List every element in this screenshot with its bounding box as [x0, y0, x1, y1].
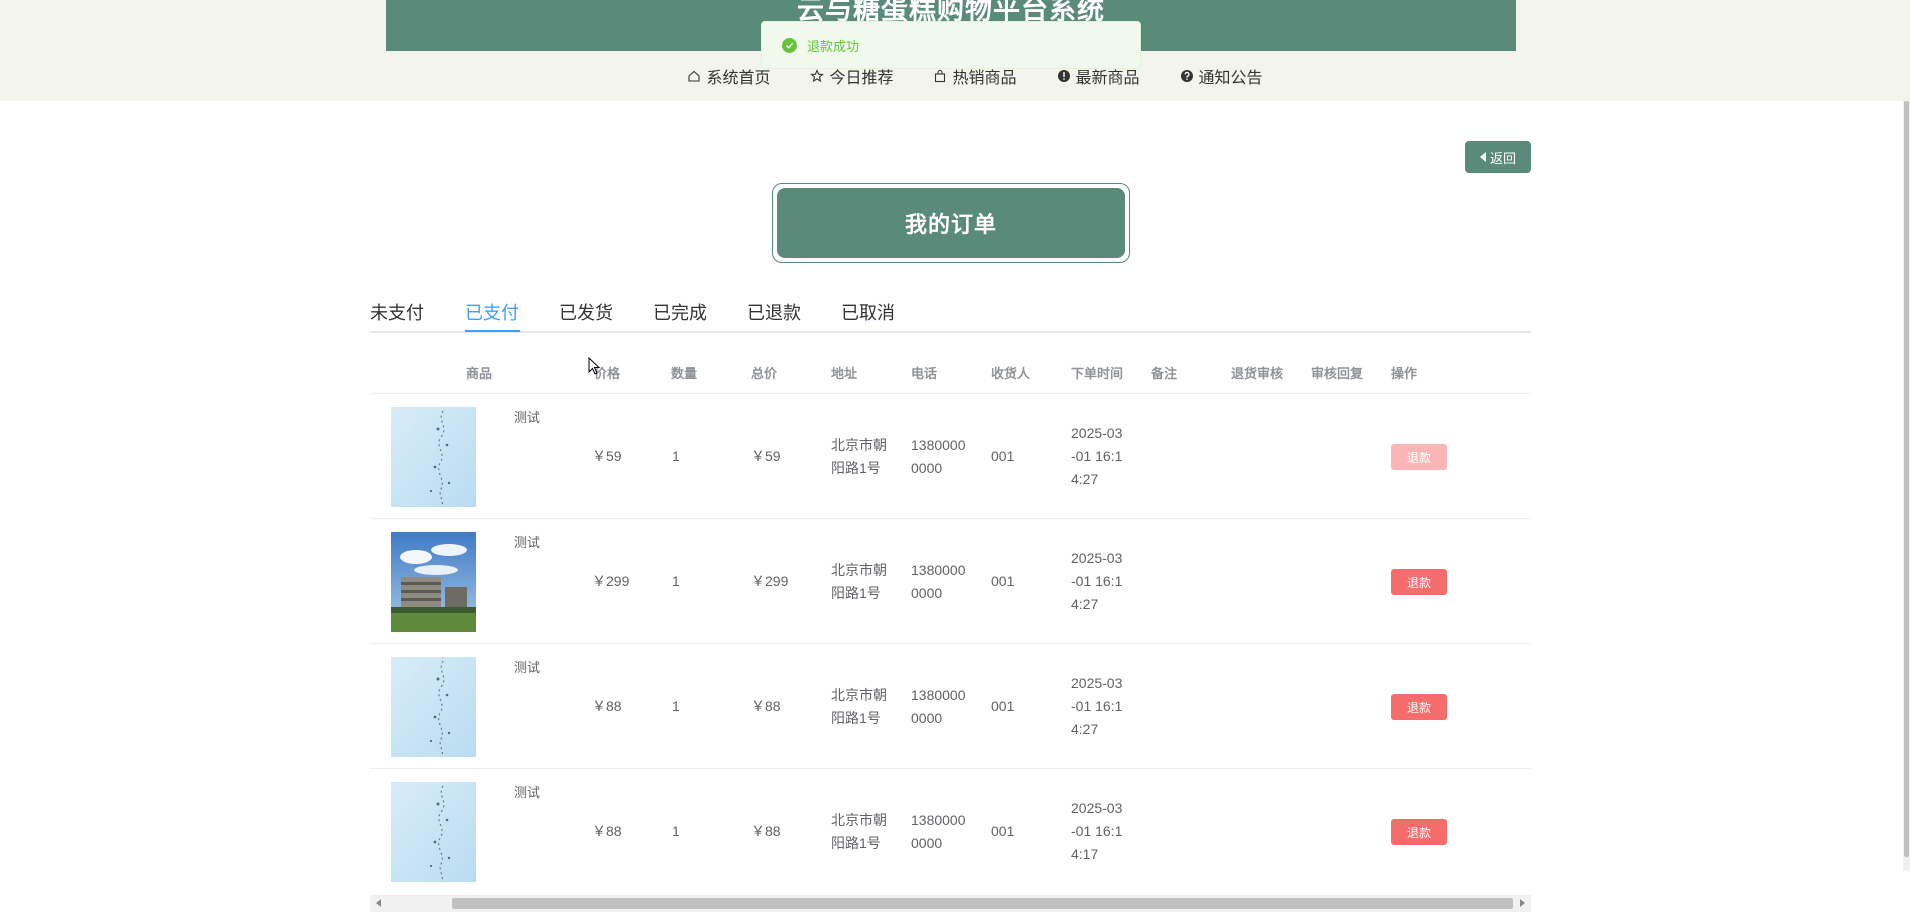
price-value: ￥88 [592, 698, 622, 714]
scroll-right-arrow-icon[interactable] [1520, 899, 1525, 907]
product-image-water-drops[interactable] [391, 657, 476, 757]
order-time-value: 2025-03 -01 16:1 4:27 [1071, 550, 1123, 612]
product-image-building[interactable] [391, 532, 476, 632]
column-header: 地址 [831, 366, 858, 381]
product-name: 测试 [514, 535, 541, 550]
phone-value: 1380000 0000 [911, 687, 966, 726]
horizontal-scrollbar[interactable] [370, 895, 1531, 912]
horizontal-scroll-thumb[interactable] [452, 898, 1513, 909]
address-value: 北京市朝 阳路1号 [831, 562, 887, 601]
address-value: 北京市朝 阳路1号 [831, 812, 887, 851]
star-icon [810, 69, 825, 83]
total-value: ￥299 [751, 573, 789, 589]
table-row: 测试 ￥88 1 ￥88 北京市朝 阳路1号 1380000 0000 001 20… [370, 644, 1531, 769]
total-value: ￥88 [751, 698, 781, 714]
quantity-value: 1 [672, 448, 680, 464]
total-value: ￥59 [751, 448, 781, 464]
column-header: 收货人 [991, 366, 1031, 381]
column-header: 电话 [911, 366, 938, 381]
toast-message: 退款成功 [807, 38, 860, 54]
phone-value: 1380000 0000 [911, 562, 966, 601]
receiver-value: 001 [991, 573, 1015, 589]
price-value: ￥88 [592, 823, 622, 839]
vertical-scrollbar[interactable] [1903, 101, 1910, 871]
price-value: ￥59 [592, 448, 622, 464]
product-image-water-drops[interactable] [391, 782, 476, 882]
product-image-water-drops[interactable] [391, 407, 476, 507]
table-row: 测试 ￥59 1 ￥59 北京市朝 阳路1号 1380000 0000 001 20… [370, 394, 1531, 519]
column-header: 备注 [1151, 366, 1178, 381]
receiver-value: 001 [991, 448, 1015, 464]
quantity-value: 1 [672, 573, 680, 589]
nav-item-label: 通知公告 [1198, 70, 1263, 87]
table-row: 测试 ￥88 1 ￥88 北京市朝 阳路1号 1380000 0000 001 20… [370, 769, 1531, 894]
tab-completed[interactable]: 已完成 [653, 299, 707, 333]
refund-button[interactable]: 退款 [1391, 444, 1447, 470]
address-value: 北京市朝 阳路1号 [831, 687, 887, 726]
back-button-label: 返回 [1489, 150, 1516, 166]
order-time-value: 2025-03 -01 16:1 4:17 [1071, 800, 1123, 862]
success-toast: 退款成功 [761, 21, 1141, 69]
bag-icon [935, 69, 946, 83]
phone-value: 1380000 0000 [911, 812, 966, 851]
mouse-cursor-icon [588, 357, 600, 375]
tab-refunded[interactable]: 已退款 [747, 299, 801, 333]
price-value: ￥299 [592, 573, 630, 589]
total-value: ￥88 [751, 823, 781, 839]
column-header: 操作 [1391, 366, 1418, 381]
column-header: 退货审核 [1231, 366, 1284, 381]
quantity-value: 1 [672, 823, 680, 839]
address-value: 北京市朝 阳路1号 [831, 437, 887, 476]
refund-button[interactable]: 退款 [1391, 819, 1447, 845]
active-tab-indicator [465, 330, 520, 332]
question-icon [1180, 70, 1193, 82]
success-check-icon [782, 37, 797, 53]
phone-value: 1380000 0000 [911, 437, 966, 476]
receiver-value: 001 [991, 823, 1015, 839]
tab-cancelled[interactable]: 已取消 [841, 299, 895, 333]
vertical-scroll-thumb[interactable] [1904, 101, 1909, 857]
product-name: 测试 [514, 660, 541, 675]
back-button[interactable]: 返回 [1465, 141, 1531, 173]
page-title: 我的订单 [777, 188, 1125, 258]
table-header: 商品 价格 数量 总价 地址 电话 收货人 下单时间 备注 退货审核 审核回复 … [370, 349, 1531, 394]
column-header: 审核回复 [1311, 366, 1364, 381]
order-time-value: 2025-03 -01 16:1 4:27 [1071, 425, 1123, 487]
tab-paid[interactable]: 已支付 [465, 299, 519, 333]
tab-unpaid[interactable]: 未支付 [370, 299, 424, 333]
nav-item-notice[interactable]: 通知公告 [1180, 64, 1263, 88]
column-header: 数量 [671, 366, 698, 381]
column-header: 总价 [751, 366, 778, 381]
home-icon [688, 70, 701, 82]
tab-shipped[interactable]: 已发货 [559, 299, 613, 333]
column-header: 商品 [466, 366, 493, 381]
nav-item-home[interactable]: 系统首页 [687, 64, 770, 88]
info-icon [1057, 70, 1070, 82]
quantity-value: 1 [672, 698, 680, 714]
column-header: 下单时间 [1071, 366, 1124, 381]
caret-left-icon [1479, 152, 1486, 162]
order-time-value: 2025-03 -01 16:1 4:27 [1071, 675, 1123, 737]
nav-item-label: 系统首页 [706, 70, 771, 87]
scroll-left-arrow-icon[interactable] [376, 899, 381, 907]
refund-button[interactable]: 退款 [1391, 569, 1447, 595]
table-row: 测试 ￥299 1 ￥299 北京市朝 阳路1号 1380000 0000 001 … [370, 519, 1531, 644]
receiver-value: 001 [991, 698, 1015, 714]
product-name: 测试 [514, 785, 541, 800]
order-status-tabs: 未支付 已支付 已发货 已完成 已退款 已取消 [370, 299, 1531, 333]
product-name: 测试 [514, 410, 541, 425]
refund-button[interactable]: 退款 [1391, 694, 1447, 720]
